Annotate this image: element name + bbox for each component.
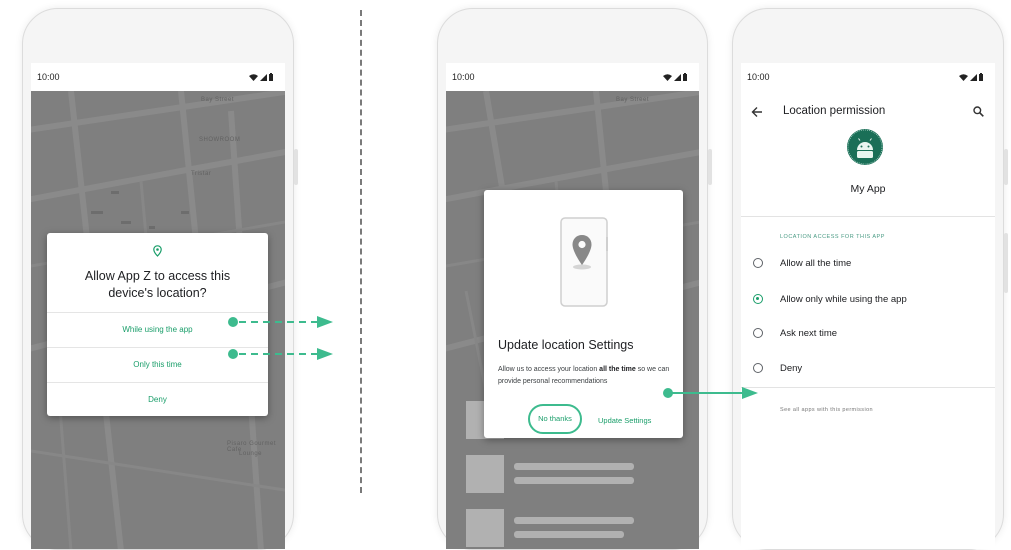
signal-icon [970,73,977,81]
flow-arrow-only-this-time [228,348,333,360]
status-time: 10:00 [37,72,60,82]
side-button [708,149,712,185]
dialog-title: Update location Settings [498,338,634,352]
signal-icon [260,73,267,81]
status-bar: 10:00 [446,63,699,91]
battery-icon [683,73,687,81]
status-bar: 10:00 [31,63,285,91]
back-arrow-icon[interactable] [751,106,763,118]
phone-3: 10:00 Location permission My App LOCATIO… [732,8,1008,550]
side-button [1004,233,1008,293]
battery-icon [269,73,273,81]
update-settings-button[interactable]: Update Settings [598,416,651,425]
section-label: LOCATION ACCESS FOR THIS APP [780,234,885,240]
battery-icon [979,73,983,81]
page-title: Location permission [783,105,886,117]
status-time: 10:00 [747,72,770,82]
no-thanks-button[interactable]: No thanks [528,404,582,434]
map-view[interactable]: Bay Street Update location Settings Allo… [446,91,699,549]
update-settings-dialog: Update location Settings Allow us to acc… [484,190,683,438]
divider [741,387,995,388]
radio-button[interactable] [753,328,763,338]
divider [741,216,995,217]
signal-icon [674,73,681,81]
location-pin-icon [153,245,162,257]
status-bar: 10:00 [741,63,995,91]
side-button [1004,149,1008,185]
side-button [294,149,298,185]
deny-button[interactable]: Deny [47,382,268,417]
radio-allow-while-using[interactable]: Allow only while using the app [753,289,907,309]
dialog-body: Allow us to access your location all the… [498,366,670,385]
phone-1-screen: 10:00 Bay Street SHOWROOM Tristar Pisaro… [31,63,285,549]
phone-2: 10:00 Bay Street Update location Setting… [437,8,712,550]
android-robot-icon [847,129,883,165]
wifi-icon [249,73,258,81]
app-name: My App [850,183,886,195]
location-pin-icon [560,217,608,307]
radio-deny[interactable]: Deny [753,358,802,378]
wifi-icon [959,73,968,81]
radio-button[interactable] [753,258,763,268]
dialog-title: Allow App Z to access this device's loca… [84,269,231,300]
phone-2-screen: 10:00 Bay Street Update location Setting… [446,63,699,549]
phone-1: 10:00 Bay Street SHOWROOM Tristar Pisaro… [22,8,298,550]
status-time: 10:00 [452,72,475,82]
flow-arrow-while-using [228,316,333,328]
radio-ask-next-time[interactable]: Ask next time [753,323,837,343]
search-icon[interactable] [973,106,984,117]
radio-button-selected[interactable] [753,294,763,304]
wifi-icon [663,73,672,81]
divider-dashed [360,10,362,493]
radio-button[interactable] [753,363,763,373]
radio-allow-all-the-time[interactable]: Allow all the time [753,253,851,273]
see-all-apps-link[interactable]: See all apps with this permission [780,407,873,413]
flow-arrow-update-settings [663,387,758,399]
phone-3-screen: 10:00 Location permission My App LOCATIO… [741,63,995,549]
